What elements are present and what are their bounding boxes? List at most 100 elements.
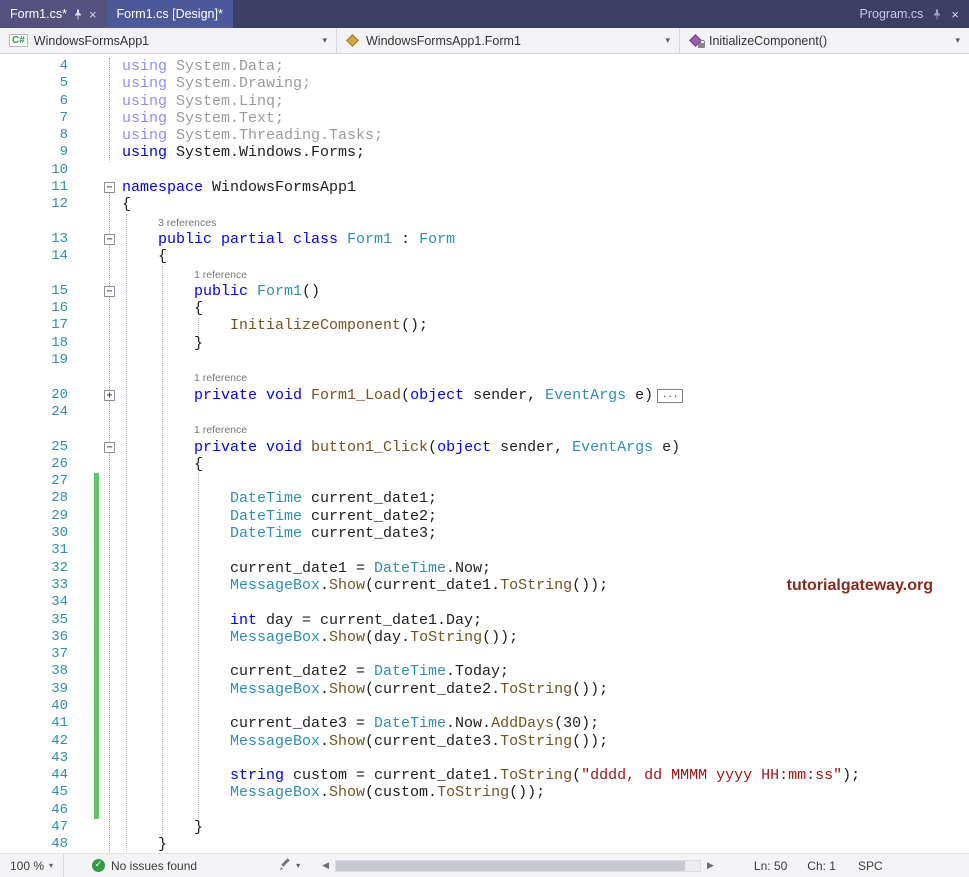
private-method-icon [689,34,703,47]
code-line[interactable]: 14{ [0,248,969,265]
fold-toggle-icon[interactable]: + [104,390,115,401]
code-line[interactable]: 44string custom = current_date1.ToString… [0,767,969,784]
code-line[interactable]: 6using System.Linq; [0,93,969,110]
member-dropdown[interactable]: InitializeComponent() ▾ [680,28,969,53]
line-number: 37 [0,646,68,663]
code-editor[interactable]: 4using System.Data;5using System.Drawing… [0,54,969,853]
code-line[interactable]: 48} [0,836,969,853]
pin-icon[interactable] [932,9,942,20]
code-line[interactable]: 43 [0,750,969,767]
code-line[interactable]: 7using System.Text; [0,110,969,127]
collapsed-region[interactable]: ... [657,389,683,403]
code-line[interactable]: 34 [0,594,969,611]
code-line[interactable]: 12{ [0,196,969,213]
zoom-control[interactable]: 100 % ▾ [0,854,64,877]
code-line[interactable]: 28DateTime current_date1; [0,490,969,507]
code-line[interactable]: 45MessageBox.Show(custom.ToString()); [0,784,969,801]
code-line[interactable]: 17InitializeComponent(); [0,317,969,334]
codelens-row[interactable]: 1 reference [0,369,969,386]
codelens-row[interactable]: 3 references [0,214,969,231]
code-line[interactable]: 41current_date3 = DateTime.Now.AddDays(3… [0,715,969,732]
issues-indicator[interactable]: ✓ No issues found [92,859,197,873]
fold-toggle-icon[interactable]: − [104,234,115,245]
codelens-row[interactable]: 1 reference [0,421,969,438]
codelens-references[interactable]: 3 references [158,217,216,229]
code-line[interactable]: 9using System.Windows.Forms; [0,144,969,161]
fold-toggle-icon[interactable]: − [104,182,115,193]
code-line[interactable]: 26{ [0,456,969,473]
line-number: 25 [0,439,68,456]
code-text: string custom = current_date1.ToString("… [230,767,860,784]
tab-form1-design[interactable]: Form1.cs [Design]* [107,0,233,28]
codelens-row[interactable]: 1 reference [0,266,969,283]
code-line[interactable]: 18} [0,335,969,352]
code-line[interactable]: 38current_date2 = DateTime.Today; [0,663,969,680]
code-line[interactable]: 46 [0,802,969,819]
close-icon[interactable]: × [951,8,959,21]
change-bar [94,802,99,819]
line-number: 19 [0,352,68,369]
code-text: { [194,456,203,473]
codelens-references[interactable]: 1 reference [194,424,247,436]
scroll-left-icon[interactable]: ◀ [322,861,329,871]
code-line[interactable]: 13−public partial class Form1 : Form [0,231,969,248]
line-number: 30 [0,525,68,542]
horizontal-scrollbar[interactable]: ◀ ▶ [322,860,714,872]
code-line[interactable]: 35int day = current_date1.Day; [0,612,969,629]
code-line[interactable]: 24 [0,404,969,421]
code-line[interactable]: 37 [0,646,969,663]
fold-toggle-icon[interactable]: − [104,286,115,297]
fold-toggle-icon[interactable]: − [104,442,115,453]
code-line[interactable]: 15−public Form1() [0,283,969,300]
line-number: 48 [0,836,68,853]
codelens-references[interactable]: 1 reference [194,269,247,281]
scroll-right-icon[interactable]: ▶ [707,861,714,871]
code-text: DateTime current_date3; [230,525,437,542]
code-line[interactable]: 36MessageBox.Show(day.ToString()); [0,629,969,646]
check-icon: ✓ [92,859,105,872]
project-name: WindowsFormsApp1 [34,34,149,48]
code-line[interactable]: 5using System.Drawing; [0,75,969,92]
scrollbar-thumb[interactable] [336,861,685,871]
code-line[interactable]: 42MessageBox.Show(current_date3.ToString… [0,733,969,750]
code-text: MessageBox.Show(custom.ToString()); [230,784,545,801]
code-text: } [158,836,167,853]
code-line[interactable]: 19 [0,352,969,369]
code-line[interactable]: 30 DateTime current_date3; [0,525,969,542]
pin-icon[interactable] [73,9,83,20]
code-line[interactable]: 47} [0,819,969,836]
code-text: public Form1() [194,283,320,300]
code-line[interactable]: 32current_date1 = DateTime.Now; [0,560,969,577]
change-bar [94,542,99,559]
scrollbar-track[interactable] [335,860,701,872]
line-number: 38 [0,663,68,680]
change-bar [94,629,99,646]
code-cleanup-button[interactable]: ▾ [279,858,300,874]
code-line[interactable]: 33MessageBox.Show(current_date1.ToString… [0,577,969,594]
tab-form1-cs[interactable]: Form1.cs* × [0,0,107,28]
code-line[interactable]: 39MessageBox.Show(current_date2.ToString… [0,681,969,698]
close-icon[interactable]: × [89,8,97,21]
code-line[interactable]: 11−namespace WindowsFormsApp1 [0,179,969,196]
code-text: using System.Data; [122,58,284,75]
code-line[interactable]: 31 [0,542,969,559]
code-line[interactable]: 8using System.Threading.Tasks; [0,127,969,144]
project-dropdown[interactable]: C# WindowsFormsApp1 ▾ [0,28,337,53]
code-line[interactable]: 16{ [0,300,969,317]
chevron-down-icon: ▾ [296,861,300,870]
codelens-references[interactable]: 1 reference [194,372,247,384]
line-number: 24 [0,404,68,421]
code-line[interactable]: 40 [0,698,969,715]
code-line[interactable]: 27 [0,473,969,490]
csharp-project-icon: C# [9,34,28,47]
code-line[interactable]: 20+private void Form1_Load(object sender… [0,387,969,404]
code-line[interactable]: 29DateTime current_date2; [0,508,969,525]
line-number: 33 [0,577,68,594]
code-line[interactable]: 4using System.Data; [0,58,969,75]
line-number: 39 [0,681,68,698]
tab-program-cs[interactable]: Program.cs [860,7,924,21]
line-number: 32 [0,560,68,577]
code-line[interactable]: 10 [0,162,969,179]
code-line[interactable]: 25−private void button1_Click(object sen… [0,439,969,456]
type-dropdown[interactable]: WindowsFormsApp1.Form1 ▾ [337,28,680,53]
